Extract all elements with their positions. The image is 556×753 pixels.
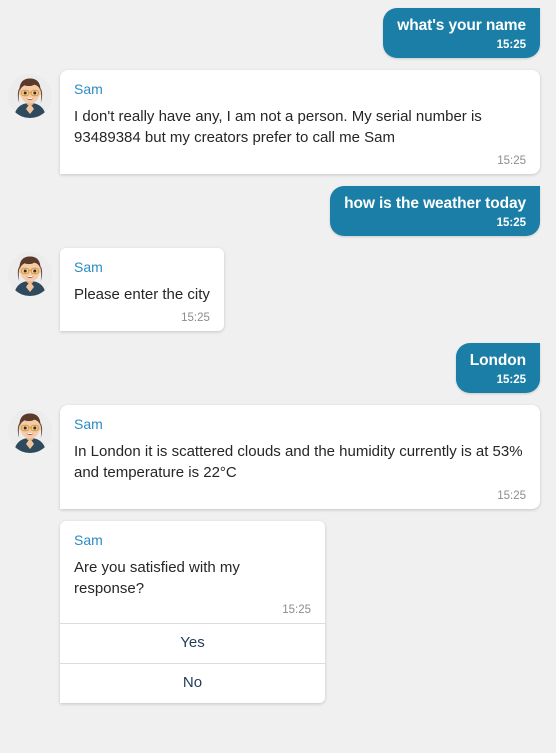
message-text: In London it is scattered clouds and the…: [74, 443, 523, 481]
card-header: Sam Are you satisfied with my response? …: [60, 521, 325, 623]
bot-feedback-card: Sam Are you satisfied with my response? …: [60, 521, 325, 703]
message-row-bot-card: Sam Are you satisfied with my response? …: [8, 521, 540, 703]
feedback-yes-button[interactable]: Yes: [60, 623, 325, 663]
message-timestamp: 15:25: [496, 217, 526, 229]
feedback-no-button[interactable]: No: [60, 663, 325, 703]
message-text: Are you satisfied with my response?: [74, 559, 240, 597]
chat-conversation-window: what's your name 15:25 Sam I don't reall…: [0, 0, 556, 753]
bot-sender-name: Sam: [74, 81, 103, 97]
bot-sender-name: Sam: [74, 532, 103, 548]
message-text: what's your name: [397, 17, 526, 34]
bot-message-bubble: Sam I don't really have any, I am not a …: [60, 70, 540, 174]
message-text: London: [469, 352, 526, 369]
message-text: I don't really have any, I am not a pers…: [74, 108, 482, 146]
message-row-bot: Sam Please enter the city 15:25: [8, 248, 540, 331]
message-timestamp: 15:25: [497, 490, 526, 502]
message-timestamp: 15:25: [496, 374, 526, 386]
message-timestamp: 15:25: [282, 604, 311, 616]
user-message-bubble: how is the weather today 15:25: [330, 186, 540, 236]
message-row-user: what's your name 15:25: [8, 8, 540, 58]
message-row-bot: Sam I don't really have any, I am not a …: [8, 70, 540, 174]
woman-with-glasses-avatar-icon: [8, 252, 52, 296]
user-message-bubble: London 15:25: [455, 343, 540, 393]
user-message-bubble: what's your name 15:25: [383, 8, 540, 58]
bot-sender-name: Sam: [74, 259, 103, 275]
bot-sender-name: Sam: [74, 416, 103, 432]
woman-with-glasses-avatar-icon: [8, 74, 52, 118]
message-text: how is the weather today: [344, 195, 526, 212]
message-timestamp: 15:25: [181, 312, 210, 324]
woman-with-glasses-avatar-icon: [8, 409, 52, 453]
message-row-user: London 15:25: [8, 343, 540, 393]
message-timestamp: 15:25: [497, 155, 526, 167]
message-text: Please enter the city: [74, 286, 210, 303]
message-timestamp: 15:25: [496, 39, 526, 51]
bot-message-bubble: Sam Please enter the city 15:25: [60, 248, 224, 331]
message-row-bot: Sam In London it is scattered clouds and…: [8, 405, 540, 509]
message-row-user: how is the weather today 15:25: [8, 186, 540, 236]
bot-message-bubble: Sam In London it is scattered clouds and…: [60, 405, 540, 509]
